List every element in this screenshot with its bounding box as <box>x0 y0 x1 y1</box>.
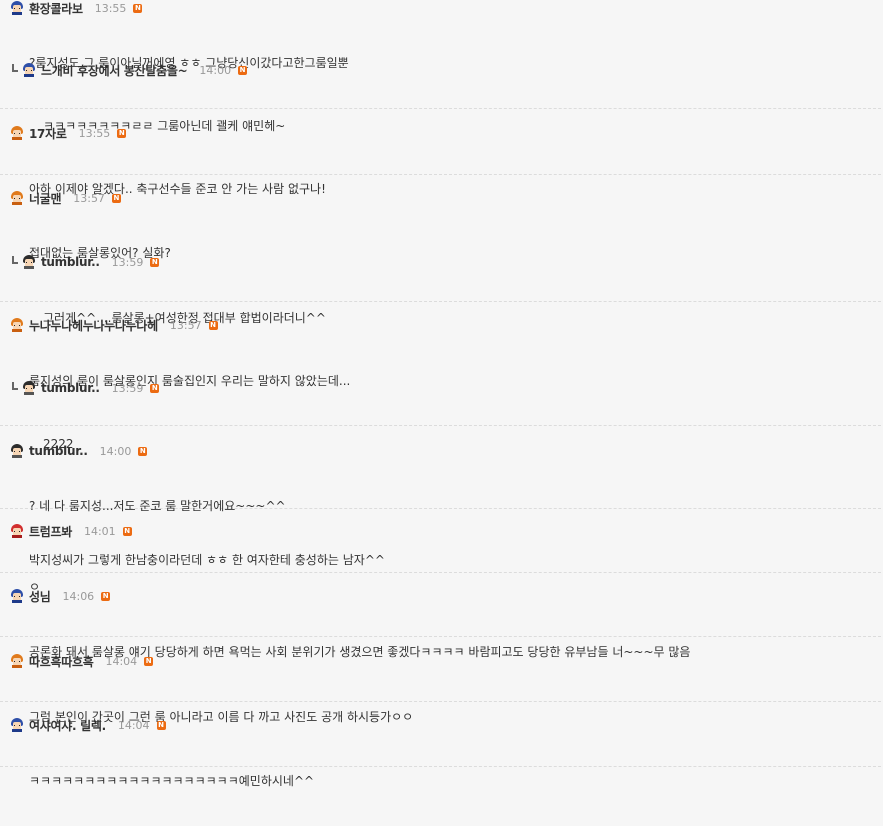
comment: 여샤여샤. 릴렉. 14:04 N ㅋㅋㅋㅋㅋㅋㅋㅋㅋㅋㅋㅋㅋㅋㅋㅋㅋㅋㅋ예민하… <box>0 717 881 788</box>
nickname[interactable]: tumblur.. <box>41 255 100 269</box>
new-badge: N <box>150 257 160 267</box>
comment-line: ㅋㅋㅋㅋㅋㅋㅋㅋㅋㅋㅋㅋㅋㅋㅋㅋㅋㅋㅋ예민하시네^^ <box>29 774 315 788</box>
comment: 누나누나헤누나누나누나헤 13:57 N 룸지성의 룸이 룸살롱인지 룸술집인지… <box>0 317 881 388</box>
new-badge: N <box>101 591 111 601</box>
new-badge: N <box>133 3 143 13</box>
comment-header: 17자로 13:55 N <box>10 125 127 142</box>
comment: 트럼프봐 14:01 N ㅇ <box>0 523 881 594</box>
comment-header: 누나누나헤누나누나누나헤 13:57 N <box>10 317 218 333</box>
comment: 17자로 13:55 N 아하 이제야 알겠다.. 축구선수들 준코 안 가는 … <box>0 125 881 196</box>
new-badge: N <box>138 446 148 456</box>
timestamp: 13:59 <box>111 255 144 269</box>
avatar-icon[interactable] <box>10 191 24 205</box>
new-badge: N <box>208 320 218 330</box>
new-badge: N <box>238 65 248 75</box>
comment-header: tumblur.. 13:59 N <box>12 254 160 270</box>
avatar-icon[interactable] <box>10 718 24 732</box>
nickname[interactable]: 느개비 후장에서 봉산탈춤을~ <box>41 62 188 79</box>
new-badge: N <box>156 720 166 730</box>
avatar-icon[interactable] <box>22 63 36 77</box>
timestamp: 14:00 <box>199 63 232 77</box>
comment-header: 환장콜라보 13:55 N <box>10 0 143 17</box>
avatar-icon[interactable] <box>22 381 36 395</box>
timestamp: 14:04 <box>105 654 138 668</box>
reply-comment: 느개비 후장에서 봉산탈춤을~ 14:00 N ㅋㅋㅋㅋㅋㅋㅋㅋㄹㄹ 그룸아닌데… <box>0 62 881 133</box>
timestamp: 14:06 <box>62 589 95 603</box>
comment: 너굴맨 13:57 N 접대없는 룸살롱있어? 실화? <box>0 190 881 260</box>
comment-text: ㅋㅋㅋㅋㅋㅋㅋㅋㅋㅋㅋㅋㅋㅋㅋㅋㅋㅋㅋ예민하시네^^ <box>29 736 314 826</box>
reply-arrow-icon <box>12 382 18 390</box>
comment-list: 환장콜라보 13:55 N ?룸지성도 그 룸이아닐꺼에영 ㅎㅎ 그냥당신이갔다… <box>0 0 883 788</box>
avatar-icon[interactable] <box>10 589 24 603</box>
comment-header: 따흐흑따흐흑 14:04 N <box>10 653 154 670</box>
nickname[interactable]: tumblur.. <box>41 381 100 395</box>
nickname[interactable]: 여샤여샤. 릴렉. <box>29 717 106 734</box>
reply-arrow-icon <box>12 256 18 264</box>
comment: 환장콜라보 13:55 N ?룸지성도 그 룸이아닐꺼에영 ㅎㅎ 그냥당신이갔다… <box>0 0 881 70</box>
new-badge: N <box>117 128 127 138</box>
nickname[interactable]: 트럼프봐 <box>29 523 72 540</box>
comment-line: ? 네 다 룸지성...저도 준코 룸 말한거에요~~~^^ <box>29 499 286 513</box>
comment-header: tumblur.. 14:00 N <box>10 443 148 459</box>
timestamp: 14:04 <box>117 718 150 732</box>
comment-header: 느개비 후장에서 봉산탈춤을~ 14:00 N <box>12 62 248 79</box>
avatar-icon[interactable] <box>10 126 24 140</box>
reply-arrow-icon <box>12 64 18 72</box>
nickname[interactable]: tumblur.. <box>29 444 88 458</box>
nickname[interactable]: 너굴맨 <box>29 190 62 207</box>
reply-comment: tumblur.. 13:59 N 2222 <box>0 380 881 451</box>
comment-header: 여샤여샤. 릴렉. 14:04 N <box>10 717 166 733</box>
avatar-icon[interactable] <box>10 1 24 15</box>
new-badge: N <box>150 383 160 393</box>
timestamp: 14:01 <box>83 524 116 538</box>
timestamp: 13:57 <box>169 318 202 332</box>
nickname[interactable]: 누나누나헤누나누나누나헤 <box>29 317 158 334</box>
comment: 따흐흑따흐흑 14:04 N 그럼 본인이 간곳이 그런 룸 아니라고 이름 다… <box>0 653 881 724</box>
nickname[interactable]: 성님 <box>29 588 51 605</box>
reply-comment: tumblur.. 13:59 N 그러게^^....룸살롱+여성한정 접대부 … <box>0 254 881 325</box>
comment-header: 트럼프봐 14:01 N <box>10 523 132 539</box>
timestamp: 13:55 <box>94 1 127 15</box>
new-badge: N <box>122 526 132 536</box>
avatar-icon[interactable] <box>10 444 24 458</box>
nickname[interactable]: 17자로 <box>29 125 67 142</box>
timestamp: 13:55 <box>78 126 111 140</box>
new-badge: N <box>111 193 121 203</box>
comment: 성님 14:06 N 공론화 돼서 룸살롱 얘기 당당하게 하면 욕먹는 사회 … <box>0 588 881 659</box>
avatar-icon[interactable] <box>10 654 24 668</box>
timestamp: 13:59 <box>111 381 144 395</box>
new-badge: N <box>144 656 154 666</box>
comment-header: 성님 14:06 N <box>10 588 111 605</box>
comment-header: tumblur.. 13:59 N <box>12 380 160 396</box>
nickname[interactable]: 따흐흑따흐흑 <box>29 653 94 670</box>
avatar-icon[interactable] <box>10 524 24 538</box>
timestamp: 14:00 <box>99 444 132 458</box>
comment: tumblur.. 14:00 N ? 네 다 룸지성...저도 준코 룸 말한… <box>0 443 881 567</box>
comment-header: 너굴맨 13:57 N <box>10 190 121 206</box>
avatar-icon[interactable] <box>10 318 24 332</box>
timestamp: 13:57 <box>73 191 105 205</box>
nickname[interactable]: 환장콜라보 <box>29 0 83 17</box>
avatar-icon[interactable] <box>22 255 36 269</box>
